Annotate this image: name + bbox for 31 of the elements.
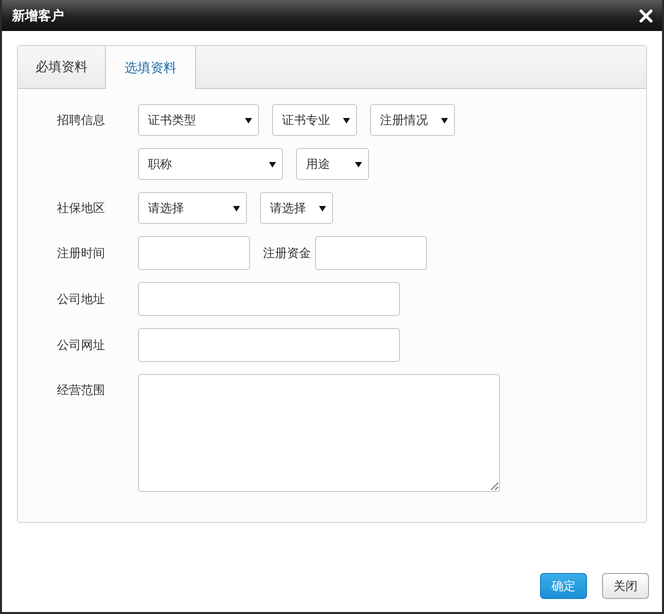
select-field[interactable]: 注册情况 [370, 104, 455, 136]
close-icon [638, 8, 654, 24]
input-field[interactable] [138, 236, 250, 270]
field-label: 社保地区 [57, 200, 106, 216]
caret-icon [355, 160, 362, 168]
caret-icon [343, 116, 350, 124]
caret-icon [233, 204, 240, 212]
field-label: 公司地址 [57, 290, 106, 308]
select-field[interactable]: 证书专业 [272, 104, 357, 136]
caret-icon [245, 116, 252, 124]
field-label: 注册资金 [263, 244, 311, 262]
tab[interactable]: 选填资料 [106, 46, 196, 89]
select-field[interactable]: 请选择 [138, 192, 247, 224]
text-area[interactable] [138, 374, 500, 492]
caret-icon [269, 160, 276, 168]
close-button[interactable] [638, 8, 654, 24]
field-label: 招聘信息 [57, 112, 106, 128]
field-label: 公司网址 [57, 336, 106, 354]
caret-icon [441, 116, 448, 124]
window-title: 新增客户 [12, 8, 64, 24]
input-field[interactable] [138, 282, 400, 316]
select-field[interactable]: 证书类型 [138, 104, 259, 136]
select-field[interactable]: 请选择 [260, 192, 333, 224]
caret-icon [319, 204, 326, 212]
input-field[interactable] [138, 328, 400, 362]
select-field[interactable]: 职称 [138, 148, 283, 180]
close-button[interactable]: 关闭 [602, 573, 649, 599]
field-label: 经营范围 [57, 382, 106, 399]
input-field[interactable] [315, 236, 427, 270]
field-label: 注册时间 [57, 244, 106, 262]
select-field[interactable]: 用途 [296, 148, 369, 180]
